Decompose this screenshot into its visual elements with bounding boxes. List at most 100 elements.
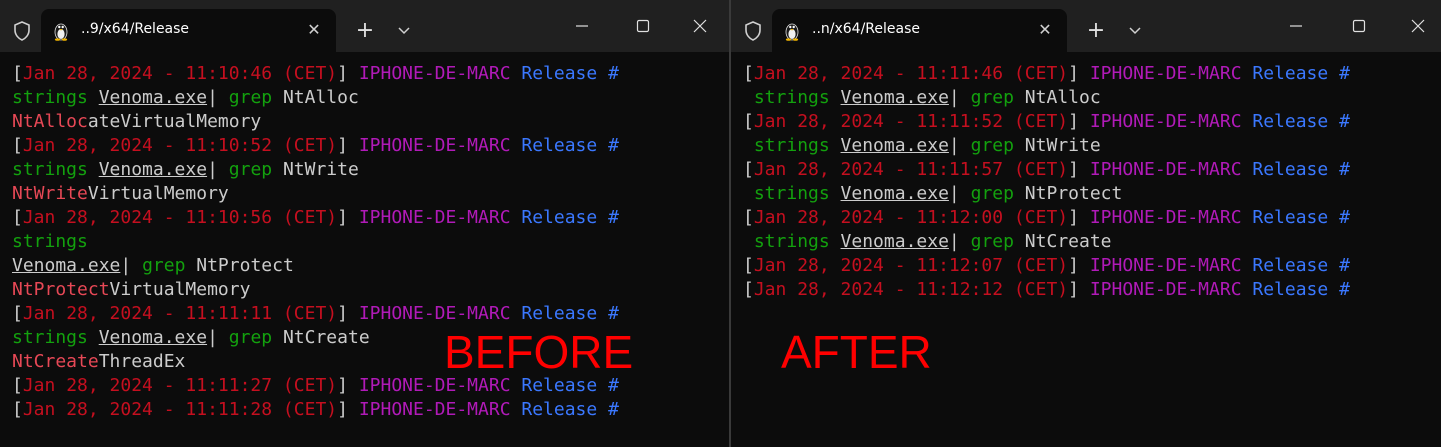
prompt-hostname: IPHONE-DE-MARC (1089, 159, 1242, 180)
prompt-timestamp: Jan 28, 2024 - 11:11:52 (CET) (753, 111, 1069, 132)
prompt-bracket-close: ] (1068, 279, 1079, 300)
prompt-hostname: IPHONE-DE-MARC (358, 63, 511, 84)
command-pipe: | (207, 87, 229, 108)
terminal-line: strings (12, 230, 725, 254)
command-name: strings (12, 159, 88, 180)
command-indent (743, 135, 754, 156)
plus-icon: + (1086, 18, 1106, 43)
prompt-hostname: IPHONE-DE-MARC (358, 303, 511, 324)
minimize-icon[interactable] (1282, 12, 1310, 40)
close-icon[interactable]: ✕ (304, 20, 324, 40)
command-argument: NtWrite (1013, 135, 1101, 156)
new-tab-button[interactable]: + (1083, 18, 1109, 44)
prompt-bracket-open: [ (12, 303, 23, 324)
command-argument: NtProtect (185, 255, 294, 276)
maximize-icon[interactable] (1345, 12, 1373, 40)
terminal-line: NtProtectVirtualMemory (12, 278, 725, 302)
prompt-bracket-close: ] (337, 135, 348, 156)
terminal-line: strings Venoma.exe| grep NtAlloc (743, 86, 1437, 110)
prompt-hostname: IPHONE-DE-MARC (1089, 255, 1242, 276)
prompt-bracket-open: [ (12, 63, 23, 84)
tab-active[interactable]: ..9/x64/Release ✕ (41, 9, 336, 52)
prompt-bracket-open: [ (743, 111, 754, 132)
prompt-bracket-close: ] (337, 207, 348, 228)
command-pipe: | (207, 159, 229, 180)
prompt-hostname: IPHONE-DE-MARC (358, 399, 511, 420)
prompt-timestamp: Jan 28, 2024 - 11:10:52 (CET) (22, 135, 338, 156)
new-tab-button[interactable]: + (352, 18, 378, 44)
shield-icon[interactable] (743, 20, 763, 42)
terminal-line: NtAllocateVirtualMemory (12, 110, 725, 134)
prompt-bracket-close: ] (337, 303, 348, 324)
command-grep: grep (142, 255, 186, 276)
command-name: strings (12, 327, 88, 348)
terminal-line: strings Venoma.exe| grep NtProtect (743, 182, 1437, 206)
terminal-output[interactable]: [Jan 28, 2024 - 11:11:46 (CET)] IPHONE-D… (743, 62, 1437, 447)
linux-penguin-icon (52, 21, 70, 41)
prompt-bracket-open: [ (743, 255, 754, 276)
terminal-line: strings Venoma.exe| grep NtCreate (743, 230, 1437, 254)
close-icon[interactable]: ✕ (1035, 20, 1055, 40)
title-bar: ..n/x64/Release ✕ + (731, 0, 1441, 52)
prompt-bracket-open: [ (12, 375, 23, 396)
prompt-directory: Release (1252, 207, 1329, 228)
terminal-line: strings Venoma.exe| grep NtWrite (12, 158, 725, 182)
output-text: ateVirtualMemory (87, 111, 262, 132)
prompt-timestamp: Jan 28, 2024 - 11:10:56 (CET) (22, 207, 338, 228)
output-match: NtAlloc (12, 111, 88, 132)
command-pipe: | (120, 255, 143, 276)
shield-icon[interactable] (12, 20, 32, 42)
prompt-hostname: IPHONE-DE-MARC (1089, 63, 1242, 84)
prompt-directory: Release (1252, 279, 1329, 300)
prompt-symbol: # (1339, 159, 1350, 180)
linux-penguin-icon (783, 21, 801, 41)
tab-title: ..n/x64/Release (812, 21, 921, 37)
prompt-bracket-close: ] (1068, 63, 1079, 84)
terminal-line: [Jan 28, 2024 - 11:12:00 (CET)] IPHONE-D… (743, 206, 1437, 230)
prompt-symbol: # (608, 63, 619, 84)
command-pipe: | (207, 327, 229, 348)
command-grep: grep (970, 135, 1014, 156)
prompt-hostname: IPHONE-DE-MARC (358, 375, 511, 396)
output-text: ThreadEx (98, 351, 186, 372)
command-name: strings (753, 135, 830, 156)
prompt-timestamp: Jan 28, 2024 - 11:12:00 (CET) (753, 207, 1069, 228)
window-close-icon[interactable] (1404, 12, 1432, 40)
command-grep: grep (228, 87, 273, 108)
prompt-symbol: # (1339, 255, 1350, 276)
terminal-line: [Jan 28, 2024 - 11:11:46 (CET)] IPHONE-D… (743, 62, 1437, 86)
prompt-directory: Release (521, 375, 598, 396)
command-argument: NtCreate (272, 327, 370, 348)
prompt-hostname: IPHONE-DE-MARC (1089, 111, 1242, 132)
prompt-symbol: # (608, 375, 619, 396)
terminal-line: [Jan 28, 2024 - 11:11:28 (CET)] IPHONE-D… (12, 398, 725, 422)
maximize-icon[interactable] (629, 12, 657, 40)
prompt-symbol: # (1339, 63, 1350, 84)
prompt-symbol: # (608, 303, 619, 324)
command-grep: grep (228, 327, 273, 348)
prompt-directory: Release (1252, 111, 1329, 132)
output-match: NtWrite (12, 183, 88, 204)
prompt-directory: Release (521, 399, 598, 420)
prompt-timestamp: Jan 28, 2024 - 11:11:57 (CET) (753, 159, 1069, 180)
prompt-bracket-open: [ (743, 279, 754, 300)
prompt-timestamp: Jan 28, 2024 - 11:11:28 (CET) (22, 399, 338, 420)
prompt-bracket-open: [ (743, 63, 754, 84)
command-grep: grep (228, 159, 273, 180)
terminal-line: strings Venoma.exe| grep NtWrite (743, 134, 1437, 158)
command-file: Venoma.exe (98, 87, 208, 108)
command-argument: NtCreate (1013, 231, 1112, 252)
prompt-timestamp: Jan 28, 2024 - 11:11:11 (CET) (22, 303, 338, 324)
chevron-down-icon[interactable] (1124, 18, 1146, 44)
prompt-symbol: # (1339, 111, 1350, 132)
tab-active[interactable]: ..n/x64/Release ✕ (772, 9, 1067, 52)
terminal-output[interactable]: [Jan 28, 2024 - 11:10:46 (CET)] IPHONE-D… (12, 62, 725, 447)
prompt-bracket-close: ] (1068, 111, 1079, 132)
prompt-bracket-open: [ (743, 207, 754, 228)
chevron-down-icon[interactable] (393, 18, 415, 44)
window-close-icon[interactable] (686, 12, 714, 40)
command-indent (743, 87, 754, 108)
minimize-icon[interactable] (568, 12, 596, 40)
plus-icon: + (355, 18, 375, 43)
command-argument: NtAlloc (272, 87, 359, 108)
